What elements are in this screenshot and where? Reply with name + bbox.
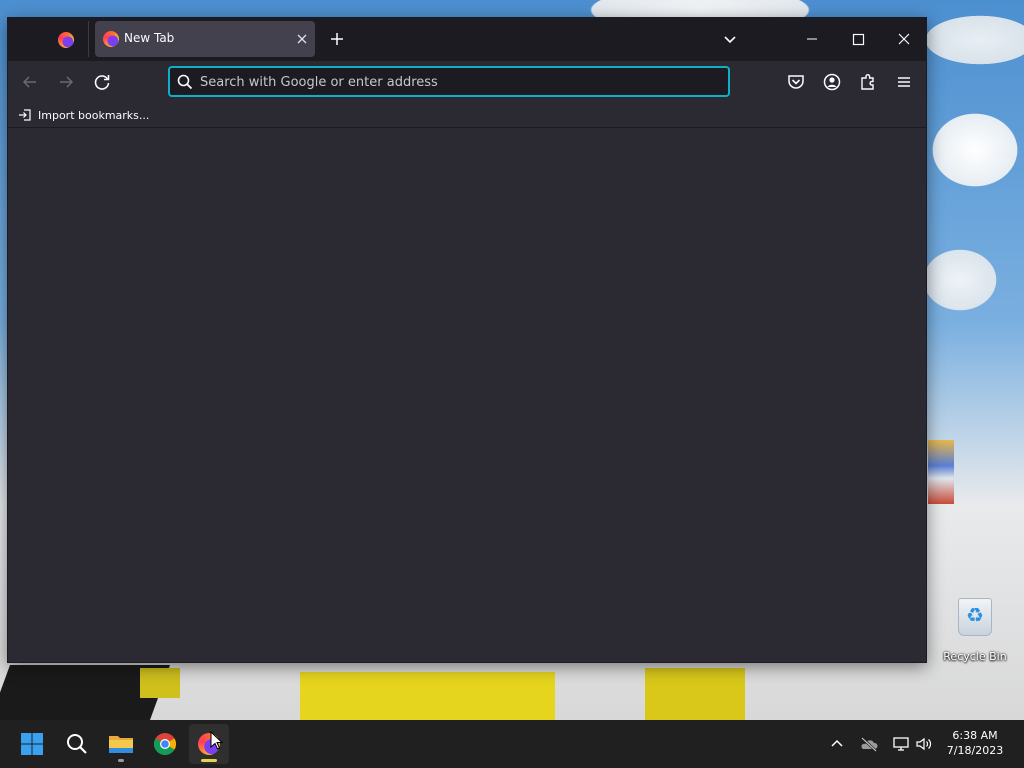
list-all-tabs-button[interactable] bbox=[718, 29, 742, 51]
browser-window: New Tab Search with Google or enter addr… bbox=[7, 17, 927, 663]
arrow-left-icon bbox=[22, 76, 36, 88]
wallpaper-shape bbox=[140, 668, 180, 698]
pocket-icon bbox=[788, 75, 804, 89]
clock-date: 7/18/2023 bbox=[946, 744, 1004, 757]
reload-button[interactable] bbox=[90, 70, 114, 94]
close-icon bbox=[898, 33, 910, 45]
wallpaper-shape bbox=[300, 672, 555, 720]
plus-icon bbox=[331, 33, 343, 45]
taskbar-search-button[interactable] bbox=[57, 724, 97, 764]
desktop-icon-label: Recycle Bin bbox=[943, 650, 1007, 663]
page-content-area[interactable] bbox=[8, 129, 926, 662]
taskbar-clock[interactable]: 6:38 AM 7/18/2023 bbox=[936, 728, 1014, 758]
start-button[interactable] bbox=[12, 724, 52, 764]
firefox-view-button[interactable] bbox=[54, 29, 78, 51]
arrow-right-icon bbox=[60, 76, 74, 88]
file-explorer-icon bbox=[109, 736, 133, 753]
network-status-button[interactable] bbox=[891, 734, 911, 754]
wallpaper-shape bbox=[645, 668, 745, 720]
back-button[interactable] bbox=[18, 70, 42, 94]
wallpaper-shape bbox=[928, 440, 954, 504]
start-icon bbox=[21, 733, 43, 755]
network-icon bbox=[893, 737, 909, 751]
search-icon bbox=[177, 74, 193, 90]
close-icon bbox=[297, 34, 307, 44]
tab-new-tab[interactable]: New Tab bbox=[95, 21, 315, 57]
taskbar-chrome-button[interactable] bbox=[145, 724, 185, 764]
recycle-bin-icon bbox=[958, 598, 992, 636]
taskbar: 6:38 AM 7/18/2023 bbox=[0, 720, 1024, 768]
chevron-up-icon bbox=[831, 739, 843, 747]
window-close-button[interactable] bbox=[886, 26, 922, 52]
active-indicator bbox=[201, 759, 217, 762]
import-bookmarks-button[interactable]: Import bookmarks... bbox=[18, 106, 149, 124]
minimize-icon bbox=[807, 38, 817, 40]
desktop-icon-recycle-bin[interactable]: Recycle Bin bbox=[942, 596, 1008, 664]
address-bar[interactable] bbox=[168, 66, 730, 97]
maximize-button[interactable] bbox=[840, 26, 876, 52]
chrome-icon bbox=[154, 733, 176, 755]
import-bookmarks-label: Import bookmarks... bbox=[38, 108, 150, 122]
search-icon bbox=[67, 734, 87, 754]
bookmarks-toolbar: Import bookmarks... bbox=[8, 102, 926, 128]
tab-separator bbox=[88, 21, 89, 57]
taskbar-firefox-button[interactable] bbox=[189, 724, 229, 764]
puzzle-icon bbox=[861, 74, 874, 90]
import-icon bbox=[19, 109, 31, 121]
firefox-icon bbox=[58, 32, 74, 48]
navigation-toolbar bbox=[8, 61, 926, 102]
forward-button[interactable] bbox=[54, 70, 78, 94]
mouse-cursor-icon bbox=[210, 730, 224, 750]
tab-close-button[interactable] bbox=[292, 29, 312, 49]
running-indicator bbox=[118, 759, 124, 762]
account-button[interactable] bbox=[820, 70, 844, 94]
maximize-icon bbox=[852, 33, 865, 46]
tab-strip: New Tab bbox=[8, 18, 926, 61]
chevron-down-icon bbox=[724, 36, 736, 44]
account-icon bbox=[823, 73, 841, 91]
extensions-button[interactable] bbox=[856, 70, 880, 94]
onedrive-icon bbox=[861, 737, 878, 752]
clock-time: 6:38 AM bbox=[952, 729, 998, 742]
volume-icon bbox=[916, 737, 932, 751]
minimize-button[interactable] bbox=[794, 26, 830, 52]
save-to-pocket-button[interactable] bbox=[784, 70, 808, 94]
reload-icon bbox=[94, 75, 110, 90]
firefox-icon bbox=[103, 31, 119, 47]
hamburger-menu-icon bbox=[898, 77, 910, 87]
application-menu-button[interactable] bbox=[892, 70, 916, 94]
taskbar-file-explorer-button[interactable] bbox=[101, 724, 141, 764]
tab-title: New Tab bbox=[124, 31, 175, 45]
new-tab-button[interactable] bbox=[326, 28, 348, 50]
address-input[interactable] bbox=[200, 71, 720, 93]
onedrive-status-button[interactable] bbox=[859, 734, 879, 754]
volume-button[interactable] bbox=[914, 734, 934, 754]
show-hidden-icons-button[interactable] bbox=[827, 734, 847, 754]
